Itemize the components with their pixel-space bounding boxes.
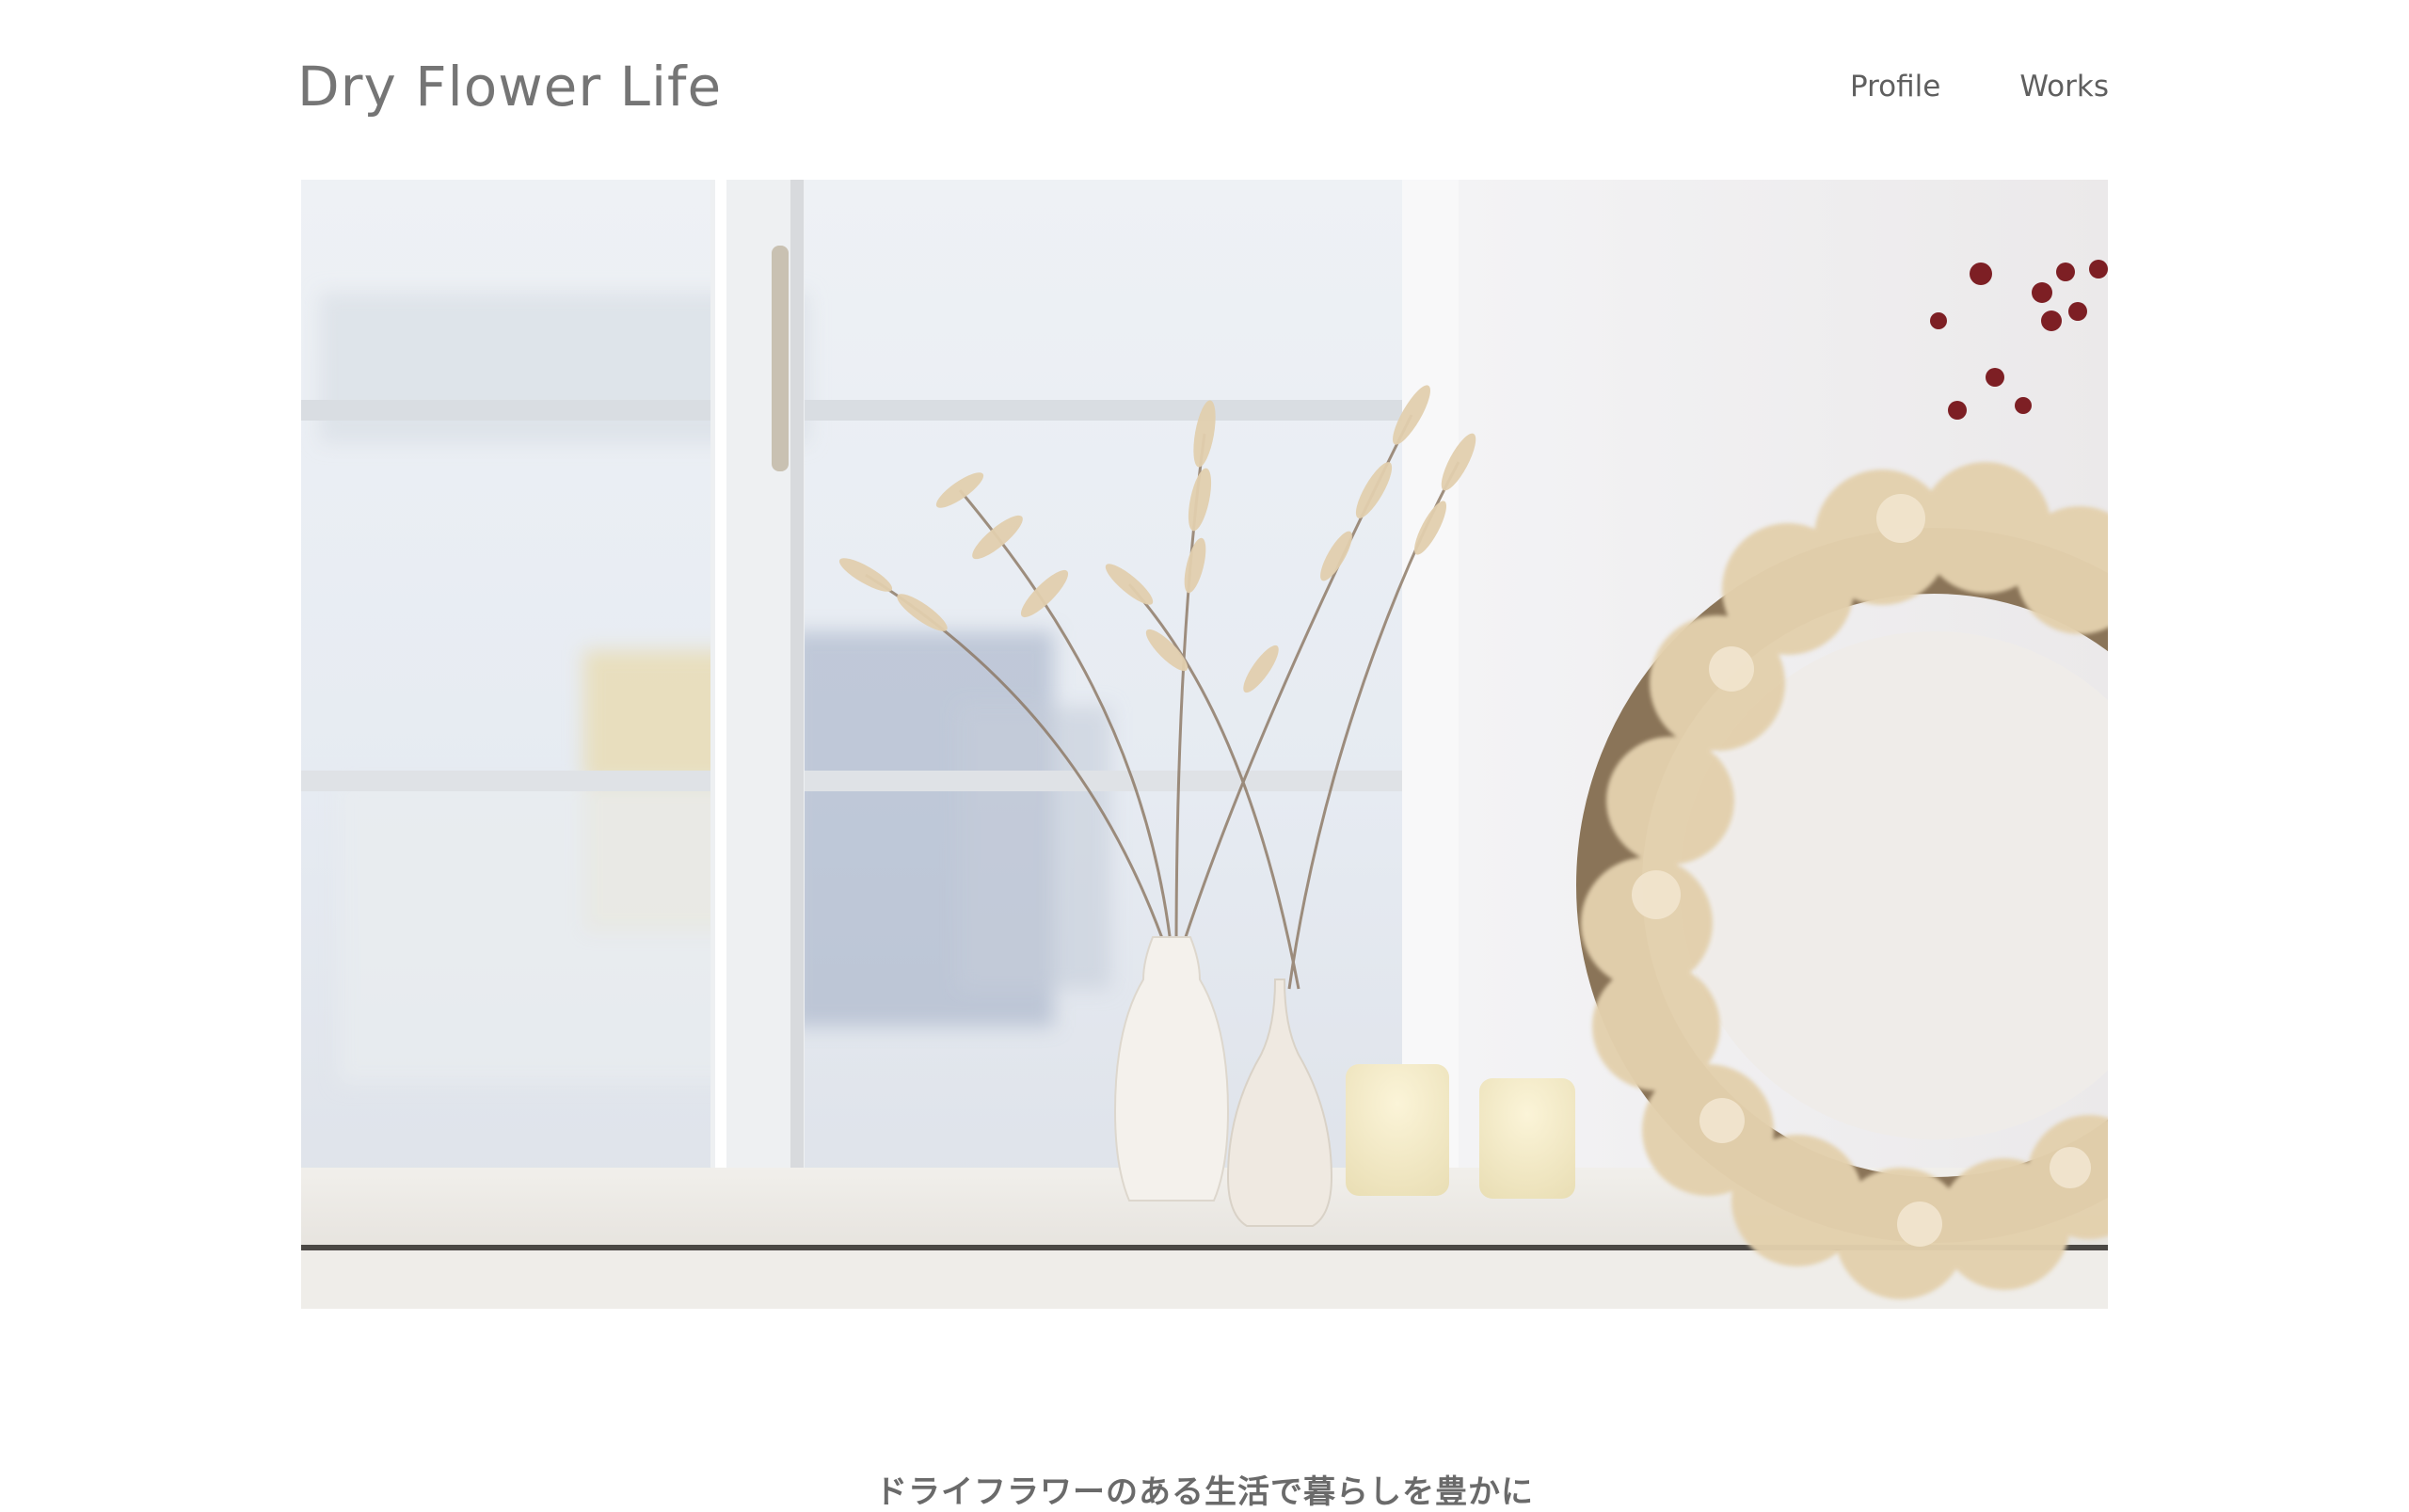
main-nav: Profile Works	[1850, 70, 2109, 103]
hero-image	[301, 180, 2108, 1309]
site-title-link[interactable]: Dry Flower Life	[297, 55, 722, 119]
nav-link-profile[interactable]: Profile	[1850, 70, 1940, 103]
dried-flowers-by-window-photo	[301, 180, 2108, 1309]
site-header: Dry Flower Life Profile Works	[0, 0, 2409, 179]
nav-link-works[interactable]: Works	[2019, 70, 2109, 103]
